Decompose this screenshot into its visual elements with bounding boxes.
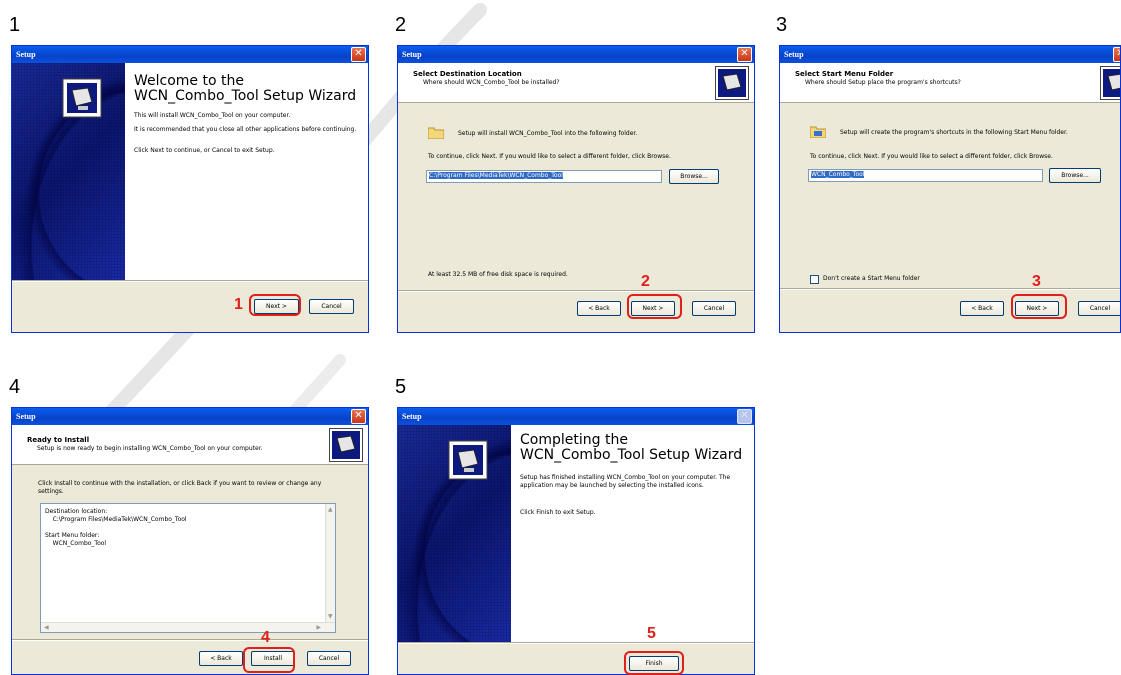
wizard-header: Ready to Install Setup is now ready to b… <box>12 425 368 465</box>
title-bar: Setup <box>12 46 368 63</box>
installer-computer-icon <box>448 440 488 480</box>
close-button[interactable]: ✕ <box>737 47 752 62</box>
destination-path-input[interactable]: C:\Program Files\MediaTek\WCN_Combo_Tool <box>426 170 662 183</box>
setup-window-complete: Setup ✕ Completing the WCN_Combo_Tool Se… <box>397 407 755 675</box>
highlight-circle-3 <box>1011 294 1067 319</box>
wizard-heading: Completing the WCN_Combo_Tool Setup Wiza… <box>520 432 743 463</box>
back-button[interactable]: < Back <box>577 301 621 316</box>
step-number-4: 4 <box>9 376 21 398</box>
wizard-sidebar-image <box>398 425 511 642</box>
disk-space-text: At least 32.5 MB of free disk space is r… <box>428 271 568 278</box>
close-button[interactable]: ✕ <box>351 409 366 424</box>
button-divider <box>398 290 754 292</box>
completion-line-2: Click Finish to exit Setup. <box>520 509 596 516</box>
browse-button[interactable]: Browse... <box>1049 168 1101 183</box>
continue-text: To continue, click Next. If you would li… <box>428 153 671 160</box>
continue-text: To continue, click Next. If you would li… <box>810 153 1053 160</box>
header-title: Select Start Menu Folder <box>795 70 894 78</box>
button-divider <box>12 280 368 282</box>
welcome-line-3: Click Next to continue, or Cancel to exi… <box>134 147 275 154</box>
setup-window-destination: Setup ✕ Select Destination Location Wher… <box>397 45 755 333</box>
settings-summary-box[interactable]: Destination location: C:\Program Files\M… <box>40 503 336 633</box>
cancel-button[interactable]: Cancel <box>307 651 351 666</box>
close-button: ✕ <box>737 409 752 424</box>
start-menu-folder-input[interactable]: WCN_Combo_Tool <box>808 169 1043 182</box>
highlight-circle-5 <box>624 651 684 675</box>
highlight-circle-4 <box>243 647 295 673</box>
title-bar: Setup <box>780 46 1120 63</box>
installer-computer-icon <box>715 66 749 100</box>
wizard-header: Select Destination Location Where should… <box>398 63 754 103</box>
cancel-button[interactable]: Cancel <box>309 299 354 314</box>
title-bar: Setup <box>12 408 368 425</box>
title-bar: Setup <box>398 46 754 63</box>
setup-window-welcome: Setup ✕ Welcome to the WCN_Combo_Tool Se… <box>11 45 369 333</box>
cancel-button[interactable]: Cancel <box>692 301 736 316</box>
browse-button[interactable]: Browse... <box>669 169 719 184</box>
highlight-number-4: 4 <box>261 629 270 646</box>
step-number-2: 2 <box>395 14 407 36</box>
setup-window-ready: Setup ✕ Ready to Install Setup is now re… <box>11 407 369 675</box>
installer-computer-icon <box>1100 66 1120 100</box>
header-subtitle: Setup is now ready to begin installing W… <box>37 445 263 452</box>
setup-window-start-menu: Setup ✕ Select Start Menu Folder Where s… <box>779 45 1121 333</box>
title-bar: Setup <box>398 408 754 425</box>
highlight-number-2: 2 <box>641 273 650 290</box>
no-start-menu-folder-checkbox[interactable] <box>810 275 819 284</box>
folder-icon <box>428 127 444 139</box>
step-number-1: 1 <box>9 14 21 36</box>
wizard-heading: Welcome to the WCN_Combo_Tool Setup Wiza… <box>134 73 357 104</box>
cancel-button[interactable]: Cancel <box>1078 301 1120 316</box>
highlight-number-5: 5 <box>647 625 656 642</box>
ready-intro-text: Click Install to continue with the insta… <box>38 480 322 495</box>
button-divider <box>12 639 368 641</box>
installer-computer-icon <box>329 428 363 462</box>
shortcut-folder-text: Setup will create the program's shortcut… <box>840 129 1068 136</box>
header-title: Select Destination Location <box>413 70 522 78</box>
close-button[interactable]: ✕ <box>351 47 366 62</box>
checkbox-label: Don't create a Start Menu folder <box>823 275 920 282</box>
settings-summary-text: Destination location: C:\Program Files\M… <box>45 508 187 547</box>
wizard-sidebar-image <box>12 63 125 280</box>
horizontal-scrollbar[interactable]: ◀ ▶ <box>41 622 335 632</box>
back-button[interactable]: < Back <box>199 651 243 666</box>
header-title: Ready to Install <box>27 436 90 444</box>
install-folder-text: Setup will install WCN_Combo_Tool into t… <box>458 130 638 137</box>
header-subtitle: Where should WCN_Combo_Tool be installed… <box>423 79 560 86</box>
start-menu-folder-icon <box>810 126 826 138</box>
highlight-number-3: 3 <box>1032 273 1041 290</box>
completion-line-1: Setup has finished installing WCN_Combo_… <box>520 474 731 489</box>
highlight-circle-2 <box>627 294 682 319</box>
button-divider <box>780 288 1120 290</box>
close-button[interactable]: ✕ <box>1113 47 1120 62</box>
header-subtitle: Where should Setup place the program's s… <box>805 79 961 86</box>
installer-computer-icon <box>62 78 102 118</box>
wizard-header: Select Start Menu Folder Where should Se… <box>780 63 1120 103</box>
welcome-line-2: It is recommended that you close all oth… <box>134 126 357 133</box>
button-divider <box>398 642 754 644</box>
welcome-line-1: This will install WCN_Combo_Tool on your… <box>134 112 291 119</box>
back-button[interactable]: < Back <box>960 301 1004 316</box>
vertical-scrollbar[interactable]: ▲ ▼ <box>325 504 335 632</box>
highlight-number-1: 1 <box>234 296 243 313</box>
step-number-3: 3 <box>776 14 788 36</box>
step-number-5: 5 <box>395 376 407 398</box>
highlight-circle-1 <box>249 294 301 316</box>
